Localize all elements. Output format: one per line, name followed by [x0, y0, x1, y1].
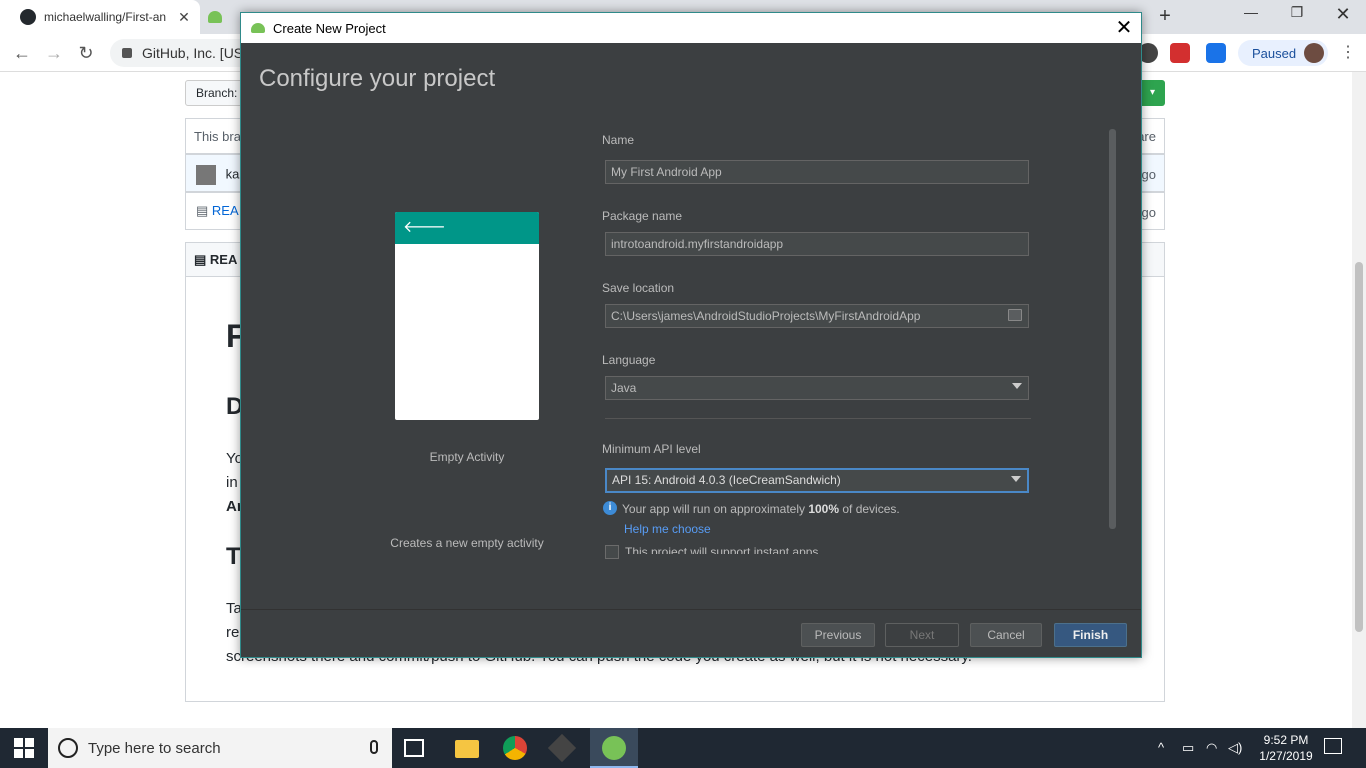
next-button[interactable]: Next — [885, 623, 959, 647]
readme-h2-todo: T — [226, 543, 241, 570]
package-label: Package name — [602, 209, 683, 223]
browser-tab-github[interactable]: michaelwalling/First-an ✕ — [0, 0, 200, 34]
eyedropper-extension-icon[interactable] — [1206, 43, 1226, 63]
preview-app-bar: 🡐 — [395, 212, 539, 244]
taskbar: Type here to search ^ ▭ ◠ ◁) 9:52 PM 1/2… — [0, 728, 1366, 768]
profile-status: Paused — [1252, 45, 1297, 61]
branch-selector[interactable]: Branch: — [185, 80, 245, 106]
restore-button[interactable]: ❐ — [1274, 4, 1320, 28]
search-placeholder: Type here to search — [88, 739, 221, 757]
profile-button[interactable]: Paused — [1238, 40, 1328, 66]
readme-title: REA — [209, 252, 238, 267]
close-window-button[interactable]: ✕ — [1320, 4, 1366, 28]
android-studio-icon — [251, 23, 265, 33]
instant-apps-checkbox[interactable] — [605, 545, 619, 559]
windows-start-icon[interactable] — [14, 738, 34, 758]
commit-avatar — [196, 165, 216, 185]
instant-apps-label: This project will support instant apps — [625, 545, 819, 554]
tab-close-icon[interactable]: ✕ — [174, 9, 194, 26]
branch-label: Branch: — [196, 86, 238, 100]
chrome-icon[interactable] — [503, 736, 527, 760]
clock-time: 9:52 PM — [1263, 733, 1309, 747]
dialog-close-button[interactable]: ✕ — [1113, 17, 1135, 39]
back-button[interactable]: ← — [10, 42, 34, 64]
page-scrollbar[interactable] — [1352, 72, 1366, 728]
task-view-icon[interactable] — [404, 739, 424, 757]
activity-description: Creates a new empty activity — [390, 536, 544, 550]
language-value: Java — [611, 381, 637, 395]
activity-preview: 🡐 — [395, 212, 539, 420]
folder-browse-icon[interactable] — [1008, 309, 1022, 321]
save-location-field[interactable]: C:\Users\james\AndroidStudioProjects\MyF… — [605, 304, 1029, 328]
browser-tab-android[interactable] — [200, 0, 240, 34]
minimize-button[interactable]: — — [1228, 4, 1274, 28]
cortana-icon — [58, 738, 78, 758]
clock-date: 1/27/2019 — [1259, 749, 1313, 763]
min-api-value: API 15: Android 4.0.3 (IceCreamSandwich) — [612, 473, 841, 487]
lock-icon — [122, 48, 132, 58]
section-divider — [605, 418, 1031, 419]
language-select[interactable]: Java — [605, 376, 1029, 400]
info-icon: i — [603, 501, 617, 515]
file-time: go — [1141, 205, 1156, 220]
reload-button[interactable]: ↻ — [74, 42, 98, 64]
name-label: Name — [602, 133, 635, 147]
avatar — [1304, 43, 1324, 63]
clone-dropdown-button[interactable]: ▾ — [1140, 80, 1165, 106]
forward-button[interactable]: → — [42, 42, 66, 64]
android-icon — [208, 11, 222, 23]
coverage-prefix: Your app will run on approximately — [622, 502, 809, 516]
readme-para1-line2: in — [226, 474, 238, 491]
android-studio-taskbar-icon[interactable] — [590, 728, 638, 768]
dialog-scrollbar[interactable] — [1109, 129, 1116, 529]
tray-chevron-icon[interactable]: ^ — [1158, 740, 1164, 755]
chevron-down-icon — [1012, 383, 1022, 389]
dialog-titlebar[interactable]: Create New Project ✕ — [241, 13, 1141, 43]
create-project-dialog: Create New Project ✕ Configure your proj… — [240, 12, 1142, 658]
tab-title: michaelwalling/First-an — [44, 10, 167, 24]
taskbar-search[interactable]: Type here to search — [48, 728, 392, 768]
battery-icon[interactable]: ▭ — [1182, 740, 1194, 756]
min-api-label: Minimum API level — [602, 442, 701, 456]
file-explorer-icon[interactable] — [455, 740, 479, 758]
help-me-choose-link[interactable]: Help me choose — [624, 522, 711, 536]
coverage-percent: 100% — [808, 502, 840, 516]
readme-file-link[interactable]: REA — [212, 203, 239, 218]
wifi-icon[interactable]: ◠ — [1206, 740, 1217, 756]
footer-divider — [241, 609, 1141, 610]
name-field[interactable]: My First Android App — [605, 160, 1029, 184]
page-title: Configure your project — [259, 65, 496, 92]
package-name-field[interactable]: introtoandroid.myfirstandroidapp — [605, 232, 1029, 256]
save-location-value: C:\Users\james\AndroidStudioProjects\MyF… — [611, 309, 921, 323]
coverage-suffix: of devices. — [839, 502, 900, 516]
previous-button[interactable]: Previous — [801, 623, 875, 647]
new-tab-button[interactable]: + — [1154, 6, 1176, 28]
brave-shield-icon[interactable] — [1170, 43, 1190, 63]
clock[interactable]: 9:52 PM 1/27/2019 — [1256, 732, 1316, 764]
back-arrow-icon: 🡐 — [403, 219, 446, 236]
notification-icon[interactable] — [1324, 738, 1342, 754]
book-icon: ▤ — [194, 252, 210, 267]
finish-button[interactable]: Finish — [1054, 623, 1127, 647]
cancel-button[interactable]: Cancel — [970, 623, 1042, 647]
dialog-title: Create New Project — [273, 20, 386, 36]
file-icon: ▤ — [196, 203, 212, 218]
github-icon — [20, 9, 36, 25]
language-label: Language — [602, 353, 656, 367]
save-location-label: Save location — [602, 281, 675, 295]
branch-info-text: This bra — [194, 129, 241, 144]
min-api-select[interactable]: API 15: Android 4.0.3 (IceCreamSandwich) — [605, 468, 1029, 493]
microphone-icon[interactable] — [370, 740, 378, 754]
device-coverage-text: Your app will run on approximately 100% … — [622, 502, 900, 516]
git-icon[interactable] — [547, 733, 577, 763]
address-text: GitHub, Inc. [US — [142, 45, 244, 61]
commit-time: go — [1141, 167, 1156, 182]
readme-para2-line2: re — [226, 624, 240, 641]
volume-icon[interactable]: ◁) — [1228, 740, 1242, 756]
menu-kebab-icon[interactable]: ⋮ — [1340, 42, 1356, 64]
scrollbar-thumb[interactable] — [1355, 262, 1363, 632]
chevron-down-icon — [1011, 476, 1021, 482]
activity-name: Empty Activity — [429, 450, 505, 464]
